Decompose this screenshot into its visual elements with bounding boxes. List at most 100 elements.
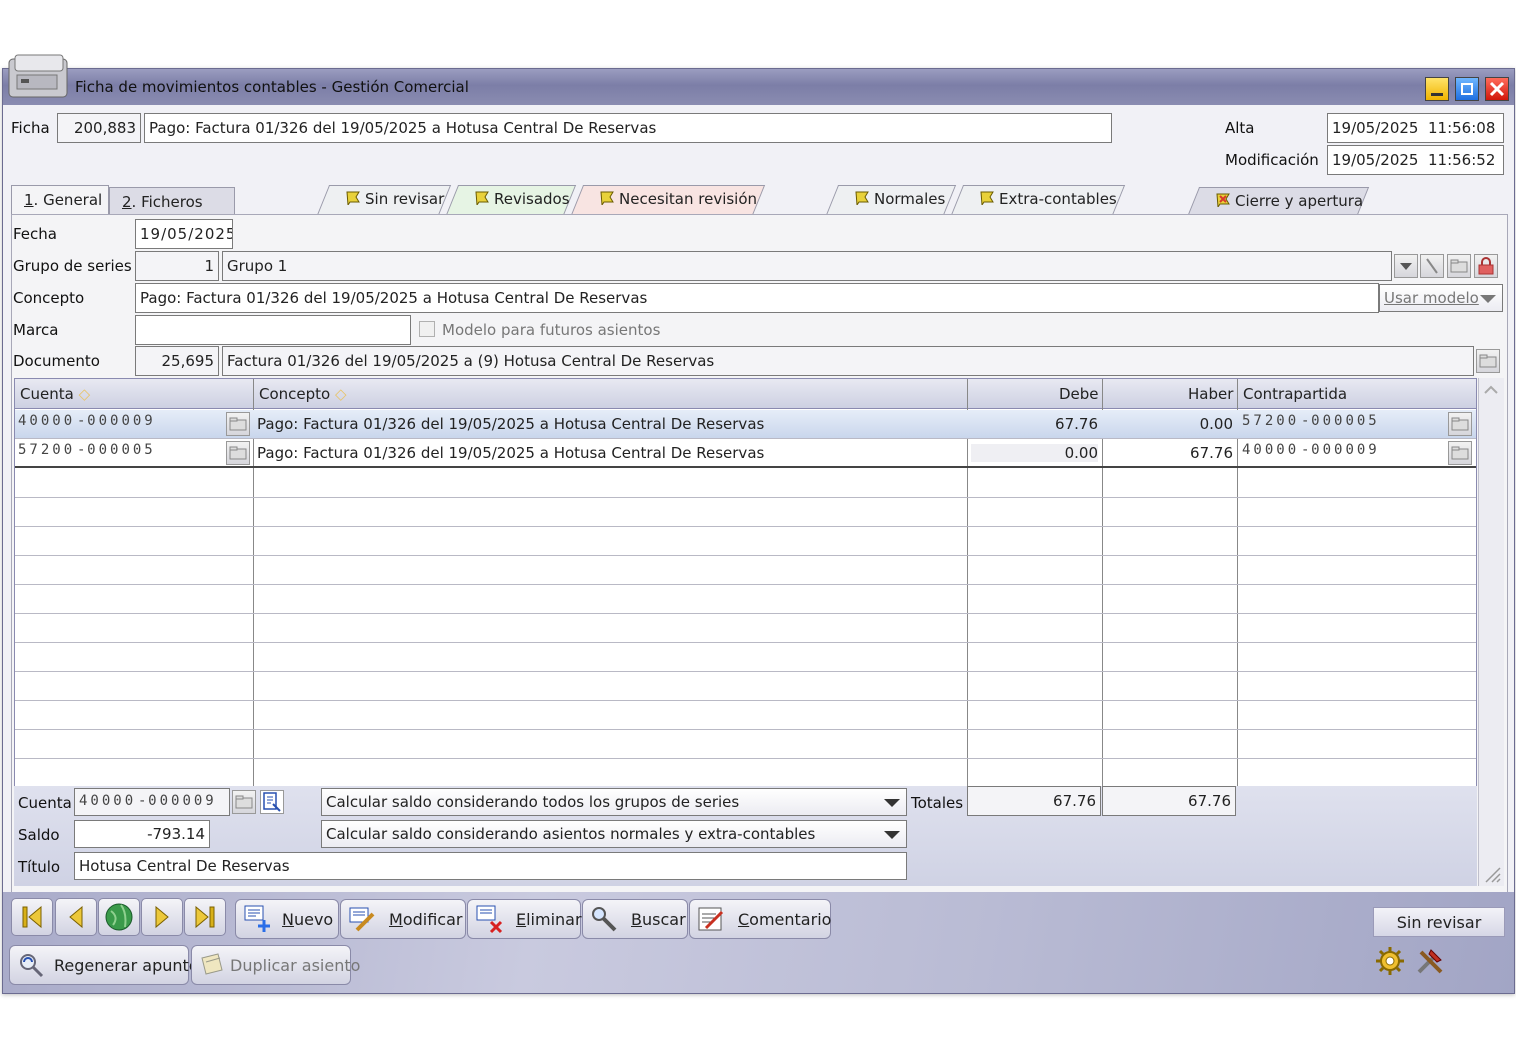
documento-lookup-button[interactable]: [1476, 349, 1500, 373]
tab-normales[interactable]: Normales: [826, 185, 957, 215]
empty-row[interactable]: [15, 498, 1476, 527]
asientos-saldo-dropdown[interactable]: Calcular saldo considerando asientos nor…: [321, 820, 907, 848]
cuenta-cell[interactable]: 57200-000005: [18, 442, 156, 464]
previous-record-button[interactable]: [55, 898, 97, 936]
ficha-number-field[interactable]: 200,883: [57, 113, 141, 143]
empty-row[interactable]: [15, 556, 1476, 585]
empty-row[interactable]: [15, 469, 1476, 498]
tools-icon[interactable]: [1413, 944, 1447, 978]
ficha-description-field[interactable]: Pago: Factura 01/326 del 19/05/2025 a Ho…: [144, 113, 1112, 143]
contrapartida-lookup-button[interactable]: [1448, 441, 1472, 465]
empty-row[interactable]: [15, 672, 1476, 701]
table-row[interactable]: 57200-000005 Pago: Factura 01/326 del 19…: [15, 439, 1476, 468]
empty-row[interactable]: [15, 585, 1476, 614]
haber-cell[interactable]: 0.00: [1106, 415, 1233, 433]
grupo-saldo-dropdown[interactable]: Calcular saldo considerando todos los gr…: [321, 788, 907, 816]
modelo-checkbox[interactable]: [419, 321, 435, 337]
marca-field[interactable]: [135, 315, 411, 345]
empty-row[interactable]: [15, 701, 1476, 730]
grupo-lock-button[interactable]: [1474, 254, 1498, 278]
col-header-contrapartida[interactable]: Contrapartida: [1243, 385, 1347, 403]
documento-number-field[interactable]: 25,695: [135, 346, 219, 376]
first-record-button[interactable]: [11, 898, 53, 936]
empty-row[interactable]: [15, 527, 1476, 556]
tab-necesitan-revision[interactable]: Necesitan revisión: [571, 185, 766, 215]
edit-document-icon: [349, 907, 375, 932]
gear-icon[interactable]: [1373, 944, 1407, 978]
empty-row[interactable]: [15, 730, 1476, 759]
col-header-cuenta[interactable]: Cuenta ◇: [20, 385, 90, 403]
close-button[interactable]: [1485, 77, 1509, 101]
duplicar-asiento-button[interactable]: Duplicar asiento: [191, 945, 360, 985]
chevron-down-icon: [884, 799, 900, 807]
modificacion-label: Modificación: [1225, 151, 1319, 169]
tab-cierre-apertura-label: Cierre y apertura: [1235, 192, 1364, 210]
status-badge: Sin revisar: [1373, 907, 1505, 937]
grupo-number-field[interactable]: 1: [135, 251, 219, 281]
tab-ficheros[interactable]: 2. Ficheros: [109, 187, 235, 217]
modificacion-field[interactable]: 19/05/2025 11:56:52: [1327, 145, 1504, 175]
tab-extra-contables-label: Extra-contables: [999, 190, 1117, 208]
debe-cell[interactable]: 67.76: [971, 415, 1098, 433]
last-record-button[interactable]: [184, 898, 226, 936]
contrapartida-cell[interactable]: 40000-000009: [1242, 442, 1380, 464]
tab-revisados[interactable]: Revisados: [446, 185, 577, 215]
eliminar-button[interactable]: Eliminar: [467, 899, 582, 939]
concepto-cell[interactable]: Pago: Factura 01/326 del 19/05/2025 a Ho…: [257, 415, 957, 433]
tab-cierre-apertura[interactable]: Cierre y apertura: [1187, 187, 1370, 217]
title-bar[interactable]: Ficha de movimientos contables - Gestión…: [3, 54, 1514, 105]
col-header-concepto[interactable]: Concepto ◇: [259, 385, 347, 403]
debe-cell[interactable]: 0.00: [971, 444, 1098, 462]
table-row[interactable]: 40000-000009 Pago: Factura 01/326 del 19…: [15, 410, 1476, 439]
contra-a: 40000: [1242, 442, 1300, 458]
col-header-haber[interactable]: Haber: [1188, 385, 1233, 403]
concepto-field[interactable]: Pago: Factura 01/326 del 19/05/2025 a Ho…: [135, 283, 1379, 313]
grupo-edit-button[interactable]: [1420, 254, 1444, 278]
modificar-button[interactable]: Modificar: [340, 899, 466, 939]
alta-field[interactable]: 19/05/2025 11:56:08: [1327, 113, 1504, 143]
documento-desc-field[interactable]: Factura 01/326 del 19/05/2025 a (9) Hotu…: [222, 346, 1474, 376]
modelo-checkbox-label: Modelo para futuros asientos: [442, 321, 661, 339]
maximize-button[interactable]: [1455, 77, 1479, 101]
tab-extra-contables[interactable]: Extra-contables: [951, 185, 1126, 215]
buscar-button[interactable]: Buscar: [582, 899, 688, 939]
duplicate-icon: [201, 953, 223, 975]
globe-button[interactable]: [98, 898, 140, 936]
usar-modelo-label: Usar modelo: [1384, 289, 1479, 307]
haber-cell[interactable]: 67.76: [1106, 444, 1233, 462]
grupo-lookup-button[interactable]: [1447, 254, 1471, 278]
cuenta-lookup-button[interactable]: [226, 441, 250, 465]
grupo-name-field[interactable]: Grupo 1: [222, 251, 1392, 281]
cuenta-lookup-button[interactable]: [226, 412, 250, 436]
tab-sin-revisar[interactable]: Sin revisar: [317, 185, 452, 215]
minimize-button[interactable]: [1425, 77, 1449, 101]
comentario-button[interactable]: Comentario: [689, 899, 831, 939]
tab-general[interactable]: 1. General: [11, 185, 109, 215]
nuevo-button[interactable]: Nuevo: [235, 899, 339, 939]
footer-cuenta-search-button[interactable]: [260, 790, 284, 814]
empty-row[interactable]: [15, 643, 1476, 672]
marca-label: Marca: [13, 321, 59, 339]
folder-icon: [1479, 354, 1497, 368]
contrapartida-lookup-button[interactable]: [1448, 412, 1472, 436]
footer-cuenta-a: 40000: [79, 793, 137, 809]
contrapartida-cell[interactable]: 57200-000005: [1242, 413, 1380, 435]
regenerar-apuntes-button[interactable]: Regenerar apuntes: [9, 945, 207, 985]
total-haber-field: 67.76: [1102, 786, 1236, 816]
next-record-button[interactable]: [141, 898, 183, 936]
tab-necesitan-revision-label: Necesitan revisión: [619, 190, 758, 208]
usar-modelo-dropdown[interactable]: Usar modelo: [1379, 284, 1503, 312]
grid-scrollbar[interactable]: [1478, 378, 1504, 886]
chevron-left-icon: [69, 905, 83, 929]
col-header-debe[interactable]: Debe: [1059, 385, 1099, 403]
grupo-dropdown-button[interactable]: [1394, 254, 1418, 278]
fecha-field[interactable]: 19/05/2025: [135, 219, 233, 249]
titulo-field: Hotusa Central De Reservas: [74, 852, 907, 880]
empty-row[interactable]: [15, 614, 1476, 643]
concepto-cell[interactable]: Pago: Factura 01/326 del 19/05/2025 a Ho…: [257, 444, 957, 462]
footer-cuenta-field[interactable]: 40000-000009: [74, 788, 230, 816]
tab-ficheros-label: . Ficheros: [131, 193, 203, 211]
yellow-flag-icon: [854, 191, 870, 207]
footer-cuenta-lookup-button[interactable]: [232, 790, 256, 814]
cuenta-cell[interactable]: 40000-000009: [18, 413, 156, 435]
